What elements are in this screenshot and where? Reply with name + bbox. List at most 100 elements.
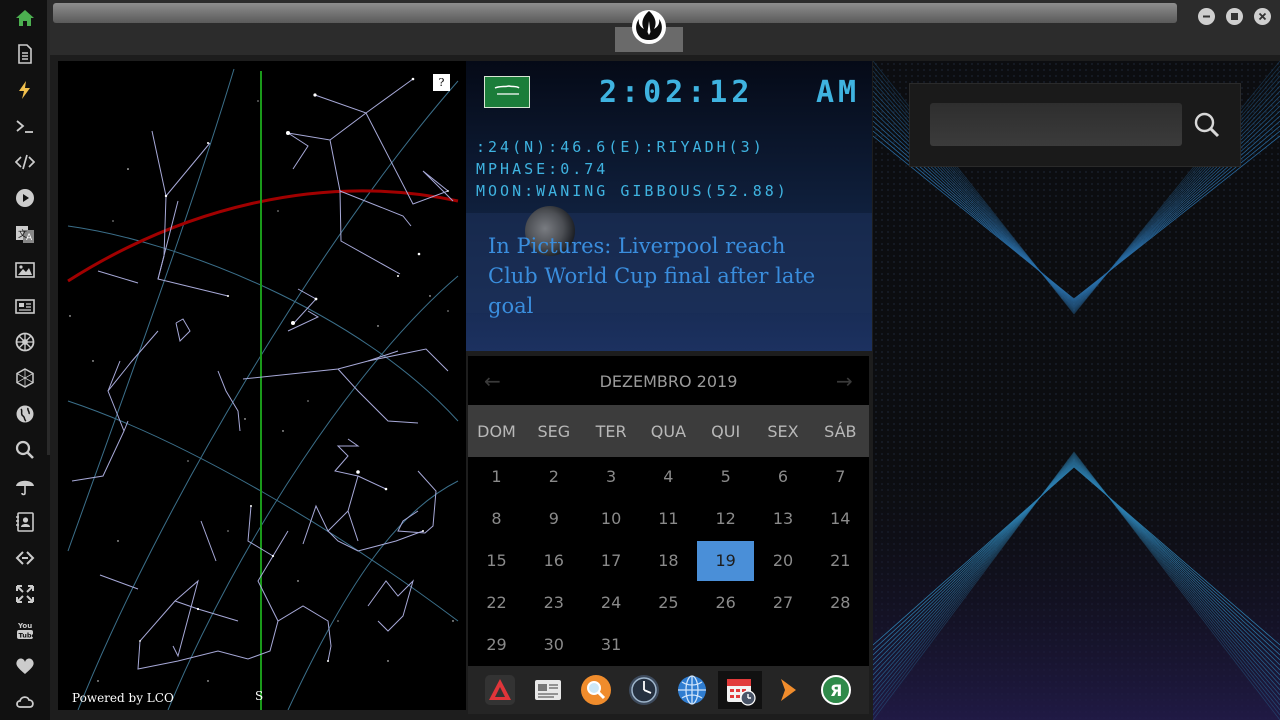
link-icon <box>15 551 35 565</box>
sidebar-item-contacts[interactable] <box>13 510 37 534</box>
sidebar-item-youtube[interactable]: You Tube <box>13 618 37 642</box>
calendar-day[interactable]: 12 <box>697 499 754 539</box>
sidebar-item-globe[interactable] <box>13 402 37 426</box>
calendar-day[interactable]: 5 <box>697 457 754 497</box>
sidebar-item-cloud[interactable] <box>13 690 37 714</box>
weekday-header: SÁB <box>824 422 857 441</box>
calendar-day[interactable]: 7 <box>812 457 869 497</box>
translate-icon: 文A <box>16 226 34 243</box>
clock-time: 2:02:12 <box>599 75 754 110</box>
calendar-day[interactable]: 25 <box>640 583 697 623</box>
calendar-day[interactable]: 15 <box>468 541 525 581</box>
dock-item-news[interactable] <box>528 671 568 709</box>
calendar-day-today[interactable]: 19 <box>697 541 755 581</box>
calendar-day[interactable]: 24 <box>583 583 640 623</box>
dock-item-search[interactable] <box>576 671 616 709</box>
address-bar[interactable] <box>53 3 1177 23</box>
calendar-day[interactable]: 1 <box>468 457 525 497</box>
calendar-day[interactable]: 30 <box>525 625 582 665</box>
search-icon <box>15 440 34 459</box>
sidebar-item-fullscreen[interactable] <box>13 582 37 606</box>
calendar-day[interactable]: 26 <box>697 583 754 623</box>
sidebar-scrollbar[interactable] <box>47 0 50 455</box>
cloud-icon <box>16 696 34 708</box>
rebel-alliance-logo-icon <box>632 10 666 44</box>
dock-item-red-triangle[interactable] <box>480 671 520 709</box>
sidebar-item-news[interactable] <box>13 294 37 318</box>
globe-icon <box>16 405 34 423</box>
sidebar-item-weather[interactable] <box>13 474 37 498</box>
sidebar-item-hexagon[interactable] <box>13 366 37 390</box>
calendar-day[interactable]: 16 <box>525 541 582 581</box>
triangle-app-icon <box>485 675 515 705</box>
contact-icon <box>16 512 34 532</box>
sidebar-item-galactic-empire[interactable] <box>13 330 37 354</box>
calendar-day[interactable]: 27 <box>755 583 812 623</box>
star-chart <box>67 68 459 710</box>
calendar-day[interactable]: 28 <box>812 583 869 623</box>
powered-by-credit[interactable]: Powered by LCO <box>72 691 174 705</box>
sidebar-item-images[interactable] <box>13 258 37 282</box>
weekday-header: SEX <box>767 422 799 441</box>
sidebar-item-search[interactable] <box>13 438 37 462</box>
calendar-day[interactable]: 14 <box>812 499 869 539</box>
sidebar-item-link[interactable] <box>13 546 37 570</box>
news-headline[interactable]: In Pictures: Liverpool reach Club World … <box>488 231 828 321</box>
globe-app-icon <box>678 675 706 705</box>
calendar-day[interactable]: 31 <box>583 625 640 665</box>
dock-item-play[interactable] <box>768 671 808 709</box>
search-input[interactable] <box>930 103 1182 146</box>
sidebar-item-document[interactable] <box>13 42 37 66</box>
dock-item-clock[interactable] <box>624 671 664 709</box>
news-app-icon <box>535 680 561 700</box>
yandex-app-icon: Я <box>821 675 851 705</box>
play-icon <box>16 189 34 207</box>
calendar-day[interactable]: 21 <box>812 541 869 581</box>
calendar-day[interactable]: 4 <box>640 457 697 497</box>
sidebar-item-flash[interactable] <box>13 78 37 102</box>
compass-direction: S <box>255 689 264 703</box>
calendar-day[interactable]: 10 <box>583 499 640 539</box>
sidebar-item-translate[interactable]: 文A <box>13 222 37 246</box>
dock-item-browser[interactable] <box>672 671 712 709</box>
sidebar-item-code[interactable] <box>13 150 37 174</box>
sidebar-item-play[interactable] <box>13 186 37 210</box>
calendar-app-icon <box>727 679 756 706</box>
calendar-day[interactable]: 8 <box>468 499 525 539</box>
calendar-day[interactable]: 29 <box>468 625 525 665</box>
calendar-day[interactable]: 9 <box>525 499 582 539</box>
help-button[interactable]: ? <box>433 74 450 91</box>
calendar-widget: ← DEZEMBRO 2019 → DOM SEG TER QUA QUI SEX SÁB … <box>468 356 869 666</box>
dock-item-calendar[interactable] <box>718 671 762 709</box>
calendar-day[interactable]: 20 <box>755 541 812 581</box>
sidebar: 文A You Tube <box>0 0 50 720</box>
location-readout: :24(N):46.6(E):RIYADH(3) <box>476 138 765 156</box>
calendar-day[interactable]: 11 <box>640 499 697 539</box>
moon-phase-readout: MPHASE:0.74 <box>476 160 609 178</box>
calendar-day[interactable]: 22 <box>468 583 525 623</box>
calendar-day[interactable]: 17 <box>583 541 640 581</box>
calendar-day[interactable]: 13 <box>755 499 812 539</box>
dock-item-yandex[interactable]: Я <box>816 671 856 709</box>
chevron-right-icon[interactable]: → <box>836 369 853 393</box>
calendar-day[interactable]: 3 <box>583 457 640 497</box>
sidebar-item-home[interactable] <box>13 6 37 30</box>
saudi-flag-icon <box>484 76 530 108</box>
umbrella-icon <box>16 480 34 496</box>
newspaper-icon <box>15 299 35 314</box>
calendar-day[interactable]: 6 <box>755 457 812 497</box>
search-icon <box>1194 112 1220 137</box>
search-button[interactable] <box>1187 103 1227 146</box>
clock-app-icon <box>629 675 659 705</box>
weekday-header: QUA <box>650 422 687 441</box>
sky-map[interactable]: ? Powered by LCO S <box>58 61 466 710</box>
calendar-day[interactable]: 23 <box>525 583 582 623</box>
maximize-button[interactable] <box>1226 8 1243 25</box>
sidebar-item-favorites[interactable] <box>13 654 37 678</box>
sidebar-item-terminal[interactable] <box>13 114 37 138</box>
terminal-icon <box>16 120 33 133</box>
calendar-day[interactable]: 2 <box>525 457 582 497</box>
close-button[interactable] <box>1254 8 1271 25</box>
calendar-day[interactable]: 18 <box>640 541 697 581</box>
minimize-button[interactable] <box>1198 8 1215 25</box>
